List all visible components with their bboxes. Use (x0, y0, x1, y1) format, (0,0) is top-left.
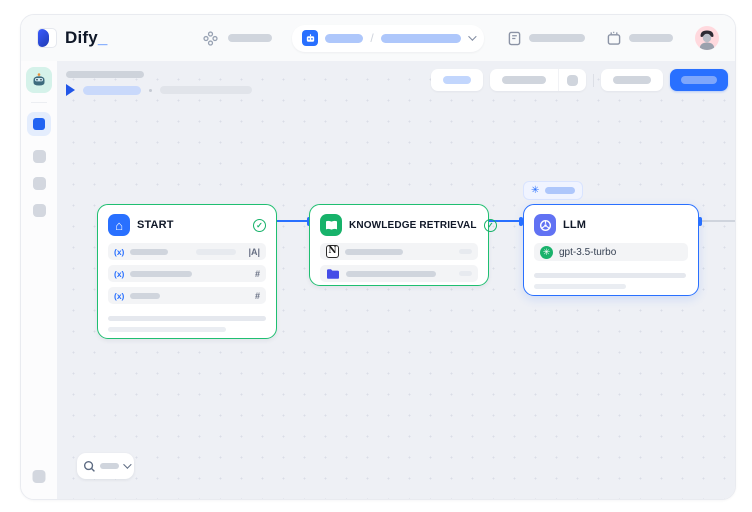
history-icon[interactable] (567, 75, 578, 86)
start-node-header: ⌂ START ✓ (98, 205, 276, 243)
sidebar-item-orchestrate-active[interactable] (27, 112, 51, 136)
restore-label-placeholder (613, 76, 651, 84)
run-meta-placeholder (160, 86, 252, 94)
chevron-down-icon[interactable] (468, 32, 476, 40)
run-label-placeholder (83, 86, 141, 95)
variable-name-placeholder (130, 293, 160, 299)
number-type-icon: # (255, 269, 260, 279)
source-meta-placeholder (459, 249, 472, 254)
variable-name-placeholder (130, 271, 192, 277)
left-sidebar (21, 61, 57, 499)
variable-icon: (x) (114, 247, 124, 257)
robot-app-icon (31, 72, 47, 88)
status-label-placeholder (545, 187, 575, 194)
llm-running-badge: ✳ (523, 181, 583, 200)
node-description-placeholder (108, 316, 266, 332)
run-status-row (66, 83, 252, 97)
header-right-group (508, 26, 719, 50)
text-type-icon: |A| (248, 247, 260, 257)
llm-node-title: LLM (563, 219, 586, 231)
edge-llm-to-offscreen (701, 220, 736, 222)
nav-label-placeholder (228, 34, 272, 42)
user-avatar[interactable] (695, 26, 719, 50)
home-icon: ⌂ (108, 214, 130, 236)
start-variable-row[interactable]: (x) # (108, 287, 266, 304)
dot-separator (149, 89, 152, 92)
source-name-placeholder (345, 249, 403, 255)
start-node-title: START (137, 219, 174, 231)
docs-nav-item[interactable] (508, 31, 585, 46)
variable-icon: (x) (114, 269, 124, 279)
sidebar-item-settings[interactable] (33, 470, 46, 483)
openai-icon: ✳ (540, 246, 553, 259)
success-check-icon: ✓ (253, 219, 266, 232)
node-llm[interactable]: LLM ✳ gpt-3.5-turbo (523, 204, 699, 296)
zoom-level-placeholder (100, 463, 119, 469)
canvas-toolbar (431, 69, 728, 91)
number-type-icon: # (255, 291, 260, 301)
explore-nav-item[interactable] (203, 31, 272, 46)
edge-start-to-knowledge (275, 220, 311, 222)
variable-value-placeholder (196, 249, 236, 255)
sidebar-item-2[interactable] (33, 150, 46, 163)
node-start[interactable]: ⌂ START ✓ (x) |A| (x) # (x) # (97, 204, 277, 339)
llm-model-row[interactable]: ✳ gpt-3.5-turbo (534, 243, 688, 261)
dify-logo[interactable]: Dify _ (37, 28, 107, 48)
node-description-placeholder (534, 273, 688, 289)
app-window: Dify _ / (20, 14, 736, 500)
knowledge-source-row[interactable] (320, 265, 478, 282)
workflow-canvas[interactable]: ⌂ START ✓ (x) |A| (x) # (x) # (57, 61, 736, 500)
search-icon (83, 460, 96, 473)
workflow-title-placeholder (66, 71, 144, 78)
features-button[interactable] (431, 69, 483, 91)
dify-logo-text: Dify (65, 28, 98, 48)
app-robot-icon (302, 30, 318, 46)
notion-icon: N (326, 245, 339, 258)
zoom-control[interactable] (77, 453, 134, 479)
variable-icon: (x) (114, 291, 124, 301)
app-name-placeholder (381, 34, 461, 43)
knowledge-node-header: KNOWLEDGE RETRIEVAL ✓ (310, 205, 488, 243)
dify-logo-icon (37, 28, 57, 48)
dify-logo-underscore: _ (98, 28, 107, 48)
toolbar-divider (593, 74, 594, 87)
book-icon (508, 31, 521, 46)
start-variable-row[interactable]: (x) |A| (108, 243, 266, 260)
node-knowledge-retrieval[interactable]: KNOWLEDGE RETRIEVAL ✓ N (309, 204, 489, 286)
chevron-down-icon[interactable] (123, 460, 131, 468)
llm-node-header: LLM (524, 205, 698, 243)
plugins-label-placeholder (629, 34, 673, 42)
knowledge-node-title: KNOWLEDGE RETRIEVAL (349, 220, 477, 231)
publish-button[interactable] (670, 69, 728, 91)
variable-name-placeholder (130, 249, 168, 255)
run-label-placeholder (502, 76, 546, 84)
sidebar-item-3[interactable] (33, 177, 46, 190)
llm-brain-icon (534, 214, 556, 236)
run-play-icon[interactable] (66, 84, 75, 96)
llm-model-name: gpt-3.5-turbo (559, 247, 616, 258)
run-app-button-group[interactable] (490, 69, 586, 91)
sparkle-tv-icon (607, 31, 621, 46)
publish-label-placeholder (681, 76, 717, 84)
features-label-placeholder (443, 76, 471, 84)
sidebar-divider (31, 102, 47, 103)
knowledge-source-row[interactable]: N (320, 243, 478, 260)
current-app-icon[interactable] (26, 67, 52, 93)
spinner-icon: ✳ (531, 185, 539, 196)
top-header: Dify _ / (21, 15, 735, 61)
folder-icon (326, 268, 340, 280)
sidebar-item-4[interactable] (33, 204, 46, 217)
start-variable-row[interactable]: (x) # (108, 265, 266, 282)
success-check-icon: ✓ (484, 219, 497, 232)
app-switcher[interactable]: / (292, 25, 483, 52)
docs-label-placeholder (529, 34, 585, 42)
source-meta-placeholder (459, 271, 472, 276)
workspace-name-placeholder (325, 34, 363, 43)
breadcrumb-separator: / (370, 31, 373, 45)
restore-button[interactable] (601, 69, 663, 91)
flower-icon (203, 31, 218, 46)
plugins-nav-item[interactable] (607, 31, 673, 46)
book-open-icon (320, 214, 342, 236)
source-name-placeholder (346, 271, 436, 277)
